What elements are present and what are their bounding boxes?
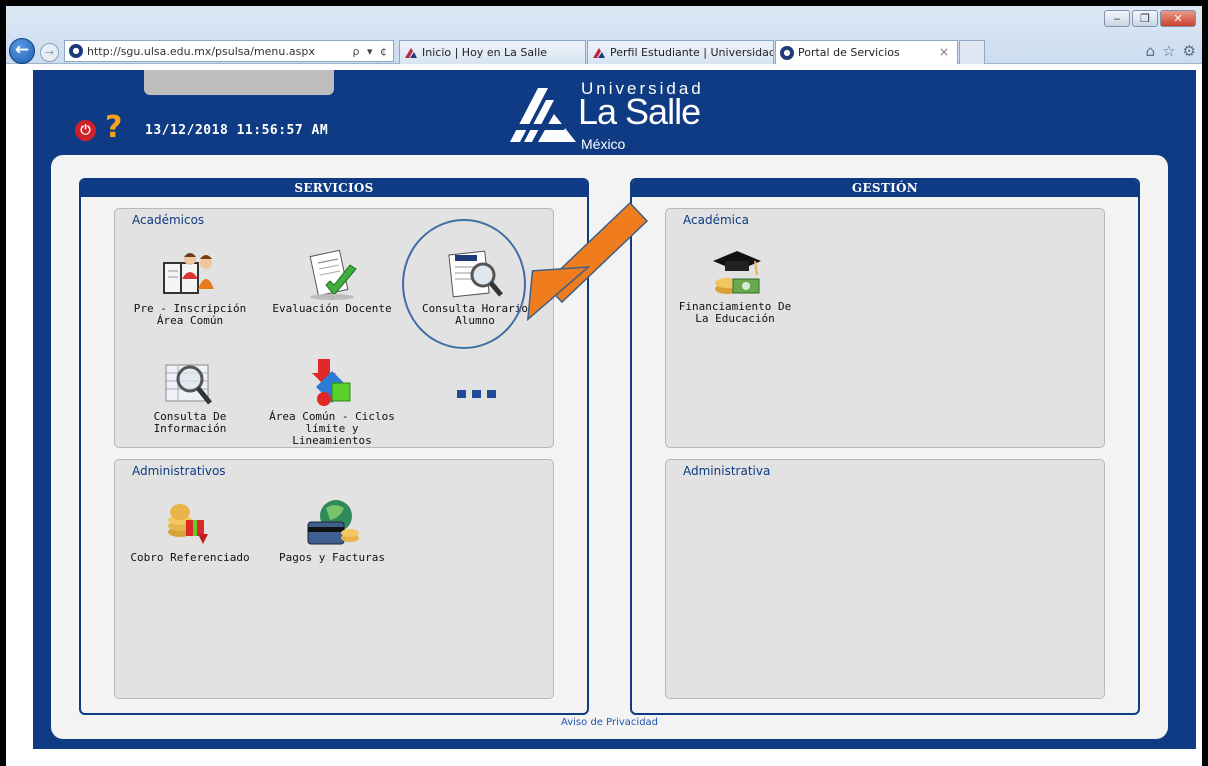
lasalle-logo-icon — [405, 47, 417, 58]
logo-line-lasalle: La Salle — [578, 91, 701, 132]
info-search-icon — [160, 357, 220, 409]
academica-title: Académica — [683, 213, 749, 227]
service-label: Pre - Inscripción Área Común — [133, 302, 247, 327]
service-financiamiento[interactable]: Financiamiento De La Educación — [670, 247, 800, 325]
service-label: Cobro Referenciado — [130, 551, 250, 564]
service-consulta-informacion[interactable]: Consulta De Información — [125, 357, 255, 435]
content-area: SERVICIOS Académicos Pre - Inscripción Á… — [51, 155, 1168, 739]
tab-label: Perfil Estudiante | Universidad ... — [610, 46, 774, 59]
administrativa-title: Administrativa — [683, 464, 771, 478]
service-label: Consulta Horario Alumno — [422, 302, 528, 327]
browser-chrome: ‒ ❐ ✕ ← → ● http://sgu.ulsa.edu.mx/psuls… — [6, 6, 1202, 64]
student-book-icon — [160, 249, 220, 301]
administrativos-title: Administrativos — [132, 464, 226, 478]
home-icon[interactable]: ⌂ — [1146, 42, 1156, 60]
service-cobro-referenciado[interactable]: Cobro Referenciado — [125, 498, 255, 564]
current-datetime: 13/12/2018 11:56:57 AM — [145, 123, 329, 138]
minimize-button[interactable]: ‒ — [1104, 10, 1130, 27]
lasalle-emblem-icon — [510, 88, 576, 142]
schedule-magnifier-icon — [445, 249, 505, 301]
tab-portal-servicios[interactable]: ● Portal de Servicios × — [775, 40, 958, 64]
tab-label: Portal de Servicios — [798, 46, 900, 59]
close-window-button[interactable]: ✕ — [1160, 10, 1196, 27]
tab-perfil-estudiante[interactable]: Perfil Estudiante | Universidad ... — [587, 40, 774, 64]
lasalle-logo-icon — [593, 47, 605, 58]
graduation-coins-icon — [705, 247, 765, 299]
service-evaluacion-docente[interactable]: Evaluación Docente — [267, 249, 397, 315]
logout-power-icon[interactable]: ⏻ — [75, 120, 96, 141]
site-favicon-icon: ● — [780, 45, 794, 60]
address-url[interactable]: http://sgu.ulsa.edu.mx/psulsa/menu.aspx — [87, 45, 353, 58]
coins-gift-icon — [160, 498, 220, 550]
forward-button[interactable]: → — [40, 43, 59, 62]
service-area-comun-ciclos[interactable]: Área Común - Ciclos límite y Lineamiento… — [267, 357, 397, 447]
service-label: Evaluación Docente — [272, 302, 392, 315]
header-tab-stub — [144, 70, 334, 95]
service-pagos-facturas[interactable]: Pagos y Facturas — [267, 498, 397, 564]
navigation-bar: ← → ● http://sgu.ulsa.edu.mx/psulsa/menu… — [6, 36, 1202, 64]
service-label: Consulta De Información — [153, 410, 227, 435]
more-options-icon[interactable] — [457, 390, 496, 398]
favorites-star-icon[interactable]: ☆ — [1162, 42, 1175, 60]
service-label: Área Común - Ciclos límite y Lineamiento… — [269, 410, 395, 447]
portal-page: ⏻ ? 13/12/2018 11:56:57 AM Universidad L… — [33, 70, 1196, 749]
administrativos-group: Administrativos Cobro Referenciado Pagos… — [114, 459, 554, 699]
globe-card-icon — [302, 498, 362, 550]
academicos-title: Académicos — [132, 213, 205, 227]
gestion-panel: GESTIÓN Académica Financiamiento De La E… — [630, 178, 1140, 715]
administrativa-group: Administrativa — [665, 459, 1105, 699]
evaluation-check-icon — [302, 249, 362, 301]
tab-label: Inicio | Hoy en La Salle — [422, 46, 548, 59]
academica-group: Académica Financiamiento De La Educación — [665, 208, 1105, 448]
help-icon[interactable]: ? — [105, 110, 122, 145]
logo-line-mexico: México — [581, 136, 626, 152]
shapes-cycle-icon — [302, 357, 362, 409]
service-pre-inscripcion[interactable]: Pre - Inscripción Área Común — [125, 249, 255, 327]
window-controls: ‒ ❐ ✕ — [1104, 10, 1196, 27]
address-search-refresh-icons[interactable]: ρ ▾ ¢ — [353, 45, 394, 58]
site-favicon-icon: ● — [69, 44, 83, 58]
privacy-link[interactable]: Aviso de Privacidad — [51, 717, 1168, 728]
new-tab-button[interactable] — [959, 40, 985, 64]
gestion-title: GESTIÓN — [632, 180, 1138, 197]
tab-inicio[interactable]: Inicio | Hoy en La Salle — [399, 40, 586, 64]
close-tab-icon[interactable]: × — [939, 45, 949, 59]
restore-button[interactable]: ❐ — [1132, 10, 1158, 27]
service-consulta-horario[interactable]: Consulta Horario Alumno — [410, 249, 540, 327]
servicios-panel: SERVICIOS Académicos Pre - Inscripción Á… — [79, 178, 589, 715]
service-label: Pagos y Facturas — [279, 551, 385, 564]
service-label: Financiamiento De La Educación — [678, 300, 792, 325]
browser-window: ‒ ❐ ✕ ← → ● http://sgu.ulsa.edu.mx/psuls… — [6, 6, 1202, 766]
university-logo: Universidad La Salle México — [508, 78, 768, 152]
academicos-group: Académicos Pre - Inscripción Área Común … — [114, 208, 554, 448]
browser-toolbar-icons: ⌂ ☆ ⚙ — [1146, 42, 1196, 60]
address-bar[interactable]: ● http://sgu.ulsa.edu.mx/psulsa/menu.asp… — [64, 40, 394, 62]
servicios-title: SERVICIOS — [81, 180, 587, 197]
settings-gear-icon[interactable]: ⚙ — [1183, 42, 1196, 60]
back-button[interactable]: ← — [9, 38, 35, 64]
